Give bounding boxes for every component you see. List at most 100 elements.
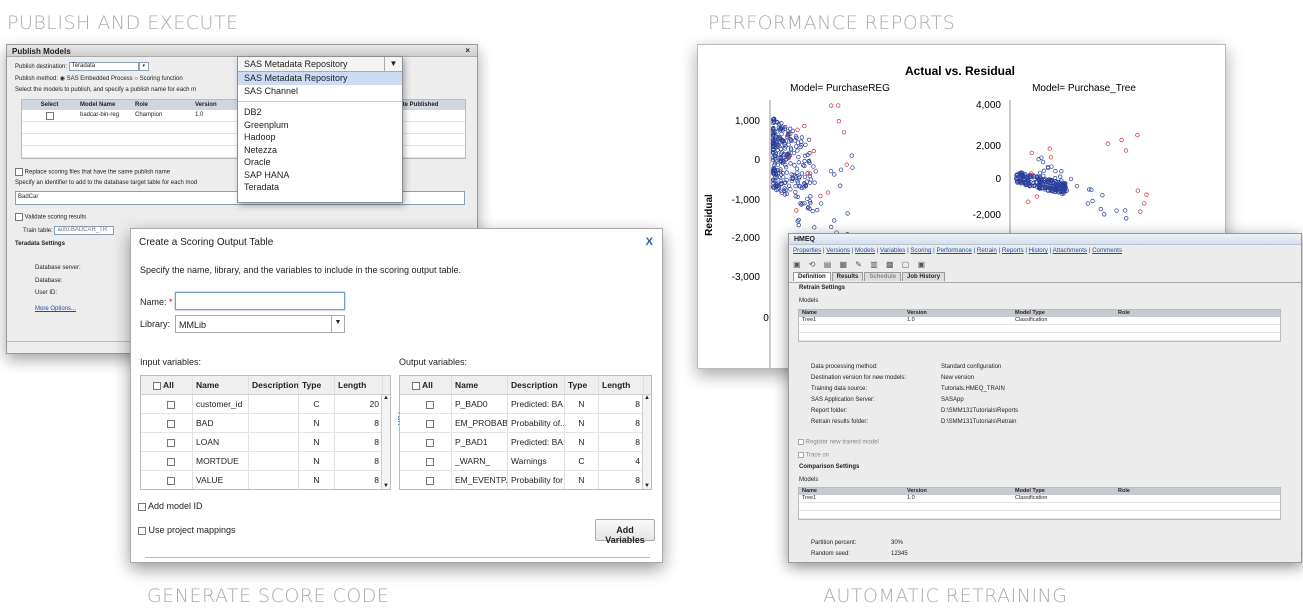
kv-value: SASApp [941,397,964,403]
dialog-title: Create a Scoring Output Table [139,237,274,248]
link-performance[interactable]: Performance [936,247,971,254]
table-row[interactable]: LOAN N 8 [141,433,390,452]
dropdown-item[interactable]: Netezza [238,144,402,157]
table-row[interactable]: Tree1 1.0 Classification [799,495,1280,503]
dropdown-item[interactable]: Teradata [238,181,402,194]
table-row[interactable]: _WARN_ Warnings C 4 [400,452,651,471]
data-point [1087,187,1092,192]
trace-checkbox[interactable] [798,452,804,458]
dropdown-item[interactable]: Oracle [238,156,402,169]
panel2-points [1014,132,1149,221]
col-role: Role [1118,310,1130,316]
library-select[interactable]: MMLib ▼ [175,315,345,333]
table-row[interactable]: P_BAD1 Predicted: BA... N 8 [400,433,651,452]
row-checkbox[interactable] [167,400,175,409]
dropdown-header[interactable]: SAS Metadata Repository ▼ [238,57,402,72]
row-checkbox[interactable] [426,476,434,485]
table-row [799,503,1280,511]
row-checkbox[interactable] [426,438,434,447]
tab-definition[interactable]: Definition [793,272,831,281]
table-row[interactable]: Tree1 1.0 Classification [799,317,1280,325]
link-variables[interactable]: Variables [880,247,905,254]
link-versions[interactable]: Versions [826,247,850,254]
table-row[interactable]: P_BAD0 Predicted: BA... N 8 [400,395,651,414]
dropdown-item-sas-metadata[interactable]: SAS Metadata Repository [238,72,402,85]
table-row[interactable]: EM_EVENTP...Probability for ...N8 [400,471,651,489]
close-icon[interactable]: × [465,46,470,55]
link-retrain[interactable]: Retrain [977,247,997,254]
row-checkbox[interactable] [167,476,175,485]
link-reports[interactable]: Reports [1002,247,1024,254]
table-row[interactable]: EM_PROBABI...Probability of...N8 [400,414,651,433]
scroll-down-icon[interactable]: ▼ [643,483,651,489]
chevron-down-icon[interactable]: ▾ [138,62,149,71]
table-row[interactable]: MORTDUE N 8 [141,452,390,471]
row-checkbox[interactable] [426,457,434,466]
radio-embedded-icon[interactable]: ◉ [60,76,65,82]
link-properties[interactable]: Properties [793,247,821,254]
add-model-id-checkbox[interactable] [138,502,146,511]
destination-dropdown[interactable]: SAS Metadata Repository ▼ SAS Metadata Re… [237,56,403,203]
type-cell: N [565,414,599,432]
data-point [802,174,808,180]
radio-scoring-icon[interactable]: ○ [134,76,138,82]
more-options-link[interactable]: More Options... [35,306,76,312]
register-checkbox[interactable] [798,439,804,445]
tab-schedule[interactable]: Schedule [864,272,902,281]
toolbar-icons[interactable]: ▣ ⟲ ▤ ▦ ✎ ▥ ▩ ▢ ▣ [793,260,928,269]
method-row: Publish method: ◉ SAS Embedded Process ○… [15,75,183,82]
row-checkbox[interactable] [167,457,175,466]
col-role: Role [135,102,149,108]
link-attachments[interactable]: Attachments [1053,247,1087,254]
data-point [792,163,797,168]
table-row[interactable]: BAD N 8 [141,414,390,433]
row-checkbox[interactable] [167,419,175,428]
scroll-down-icon[interactable]: ▼ [382,483,390,489]
data-point [1037,170,1043,176]
col-name: Name [452,376,508,394]
server-label: Database server: [35,265,81,271]
description-cell [249,452,299,470]
dropdown-item[interactable]: SAP HANA [238,169,402,182]
link-models[interactable]: Models [855,247,875,254]
add-variables-button[interactable]: Add Variables [595,519,655,545]
chevron-down-icon[interactable]: ▼ [384,57,402,71]
section-title-performance: PERFORMANCE REPORTS [708,12,956,34]
select-checkbox[interactable] [45,112,54,120]
link-history[interactable]: History [1029,247,1048,254]
chevron-down-icon[interactable]: ▼ [331,316,344,332]
close-icon[interactable]: X [646,236,653,248]
row-checkbox[interactable] [167,438,175,447]
use-mappings-checkbox[interactable] [138,526,146,535]
train-input[interactable]: auto.BADCAR_TR [54,226,115,235]
validate-checkbox[interactable] [15,213,23,221]
select-all-checkbox[interactable] [412,381,420,390]
col-description: Description [508,376,565,394]
select-all-checkbox[interactable] [153,381,161,390]
table-row [799,325,1280,333]
scroll-up-icon[interactable]: ▲ [643,395,651,401]
input-scrollbar[interactable]: ▲ ▼ [381,395,390,489]
replace-checkbox[interactable] [15,168,23,176]
tab-job-history[interactable]: Job History [902,272,946,281]
data-point [1059,169,1064,174]
dropdown-item[interactable]: DB2 [238,106,402,119]
link-comments[interactable]: Comments [1092,247,1122,254]
dropdown-item-sas-channel[interactable]: SAS Channel [238,85,402,98]
kv-key: Retrain results folder: [811,419,869,425]
destination-select[interactable]: Teradata [68,62,139,71]
table-row[interactable]: VALUE N 8 [141,471,390,489]
col-all: All [422,380,433,390]
data-point [850,165,855,170]
link-scoring[interactable]: Scoring [910,247,931,254]
row-checkbox[interactable] [426,419,434,428]
required-marker: * [169,297,173,307]
scroll-up-icon[interactable]: ▲ [382,395,390,401]
row-checkbox[interactable] [426,400,434,409]
name-input[interactable] [175,292,345,310]
output-scrollbar[interactable]: ▲ ▼ [642,395,651,489]
table-row[interactable]: customer_id C 20 [141,395,390,414]
dropdown-item[interactable]: Hadoop [238,131,402,144]
dropdown-item[interactable]: Greenplum [238,119,402,132]
tab-results[interactable]: Results [831,272,864,281]
